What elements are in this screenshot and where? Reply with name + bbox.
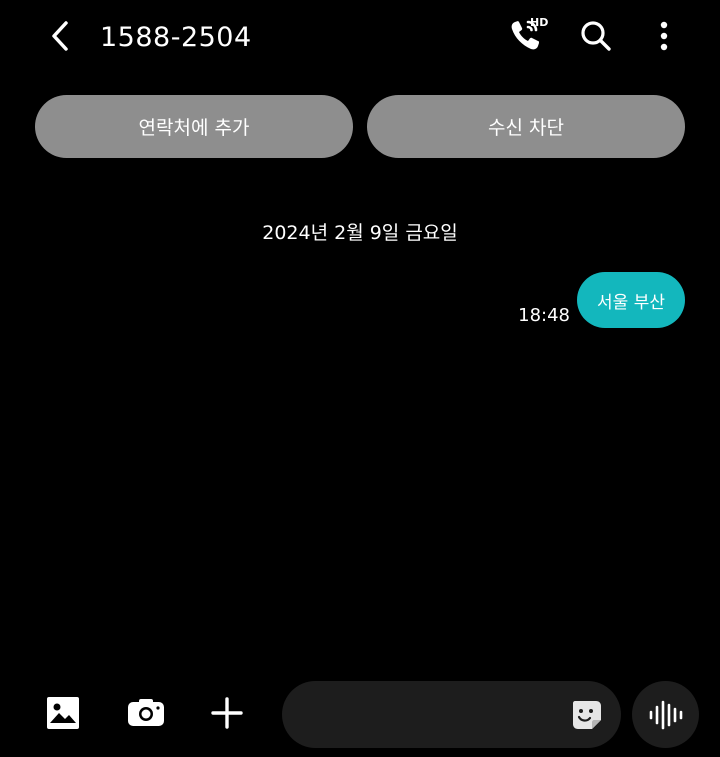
camera-button[interactable] — [122, 690, 170, 736]
back-button[interactable] — [38, 14, 82, 58]
gallery-icon — [47, 697, 79, 729]
add-to-contacts-button[interactable]: 연락처에 추가 — [35, 95, 353, 158]
gallery-button[interactable] — [40, 690, 86, 736]
date-separator: 2024년 2월 9일 금요일 — [262, 222, 458, 244]
attach-more-button[interactable] — [204, 690, 250, 736]
voice-record-button[interactable] — [632, 681, 699, 748]
outgoing-message-bubble[interactable]: 서울 부산 — [577, 272, 685, 328]
sticker-button[interactable] — [569, 697, 605, 733]
hd-call-button[interactable]: HD — [504, 12, 552, 60]
block-number-button[interactable]: 수신 차단 — [367, 95, 685, 158]
message-composer — [282, 681, 621, 750]
more-vertical-icon — [660, 21, 668, 51]
search-icon — [581, 21, 611, 51]
camera-icon — [128, 699, 164, 726]
message-timestamp: 18:48 — [518, 305, 570, 326]
hd-badge: HD — [530, 16, 548, 29]
hd-call-icon: HD — [511, 16, 548, 50]
sticker-icon — [573, 701, 601, 729]
voice-icon — [649, 700, 682, 729]
message-text: 서울 부산 — [597, 292, 665, 313]
message-input[interactable] — [304, 681, 558, 750]
search-button[interactable] — [574, 14, 618, 58]
more-options-button[interactable] — [644, 14, 684, 58]
chevron-left-icon — [52, 21, 68, 51]
plus-icon — [211, 697, 243, 729]
conversation-title: 1588-2504 — [100, 22, 252, 53]
